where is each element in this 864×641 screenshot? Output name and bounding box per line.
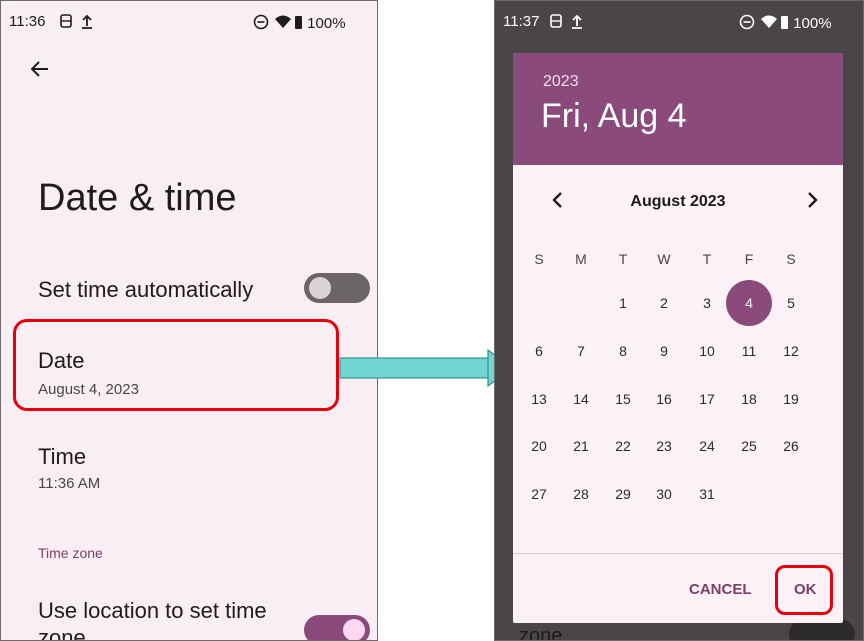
calendar-day[interactable]: 12 [771, 331, 811, 371]
status-bar: 11:37 100% [495, 1, 863, 45]
day-of-week-label: T [702, 251, 712, 267]
selected-date: Fri, Aug 4 [541, 97, 687, 135]
status-bar: 11:36 100% [1, 1, 377, 45]
calendar-day[interactable]: 5 [771, 283, 811, 323]
set-time-automatically-toggle[interactable] [304, 273, 370, 303]
time-value: 11:36 AM [38, 475, 101, 492]
calendar-day[interactable]: 27 [519, 474, 559, 514]
calendar-day[interactable]: 18 [729, 379, 769, 419]
calendar-day[interactable]: 1 [603, 283, 643, 323]
status-right-icons: 100% [739, 13, 832, 32]
time-title: Time [38, 444, 87, 469]
day-of-week-label: T [618, 251, 628, 267]
date-row-highlight [13, 319, 339, 411]
use-location-label-line1: Use location to set time [38, 598, 267, 623]
day-of-week-label: S [534, 251, 544, 267]
calendar-day[interactable]: 24 [687, 426, 727, 466]
calendar-day[interactable]: 23 [644, 426, 684, 466]
calendar-day[interactable]: 17 [687, 379, 727, 419]
date-picker-screen: 11:37 100% zone 2023 Fri, Aug 4 August 2… [494, 0, 864, 641]
calendar-day[interactable]: 26 [771, 426, 811, 466]
calendar-day[interactable]: 22 [603, 426, 643, 466]
day-of-week-label: W [657, 251, 671, 267]
page-title: Date & time [38, 177, 237, 219]
day-of-week-label: F [744, 251, 754, 267]
day-of-week-label: S [786, 251, 796, 267]
status-right-icons: 100% [253, 13, 346, 32]
ok-button-highlight [775, 565, 833, 615]
calendar-day[interactable]: 25 [729, 426, 769, 466]
calendar-day[interactable]: 7 [561, 331, 601, 371]
status-notification-icons [549, 11, 591, 35]
month-label: August 2023 [630, 193, 726, 210]
selected-day[interactable]: 4 [726, 280, 772, 326]
calendar-day[interactable]: 3 [687, 283, 727, 323]
settings-screen: 11:36 100% Date & time Set time automati… [0, 0, 378, 641]
selected-year[interactable]: 2023 [543, 73, 579, 91]
calendar-day[interactable]: 29 [603, 474, 643, 514]
use-location-toggle[interactable] [304, 615, 370, 640]
battery-percent: 100% [793, 15, 832, 32]
cancel-button[interactable]: CANCEL [689, 581, 752, 598]
day-of-week-label: M [575, 251, 587, 267]
calendar-day[interactable]: 30 [644, 474, 684, 514]
calendar-day[interactable]: 28 [561, 474, 601, 514]
status-time: 11:37 [503, 13, 540, 30]
calendar-day[interactable]: 14 [561, 379, 601, 419]
status-notification-icons [59, 11, 101, 35]
calendar-day[interactable]: 19 [771, 379, 811, 419]
calendar-day[interactable]: 15 [603, 379, 643, 419]
back-arrow-icon[interactable] [30, 57, 49, 85]
calendar-day[interactable]: 10 [687, 331, 727, 371]
calendar-day[interactable]: 8 [603, 331, 643, 371]
use-location-label-line2: zone [38, 625, 86, 641]
next-month-icon[interactable] [805, 189, 819, 215]
calendar-day[interactable]: 9 [644, 331, 684, 371]
calendar-day[interactable]: 31 [687, 474, 727, 514]
calendar-day[interactable]: 13 [519, 379, 559, 419]
background-zone-text: zone [519, 625, 563, 641]
calendar-day[interactable]: 2 [644, 283, 684, 323]
calendar-day[interactable]: 11 [729, 331, 769, 371]
flow-arrow-icon [339, 348, 513, 388]
date-picker-dialog: 2023 Fri, Aug 4 August 2023 SMTWTFS12345… [513, 53, 843, 623]
date-picker-header: 2023 Fri, Aug 4 [513, 53, 843, 165]
status-time: 11:36 [9, 13, 46, 30]
calendar-day[interactable]: 6 [519, 331, 559, 371]
section-header-time-zone: Time zone [38, 545, 103, 561]
calendar-day[interactable]: 16 [644, 379, 684, 419]
calendar-day[interactable]: 21 [561, 426, 601, 466]
set-time-automatically-label: Set time automatically [38, 277, 254, 302]
calendar-day[interactable]: 20 [519, 426, 559, 466]
dialog-divider [513, 553, 843, 554]
battery-percent: 100% [307, 15, 346, 32]
